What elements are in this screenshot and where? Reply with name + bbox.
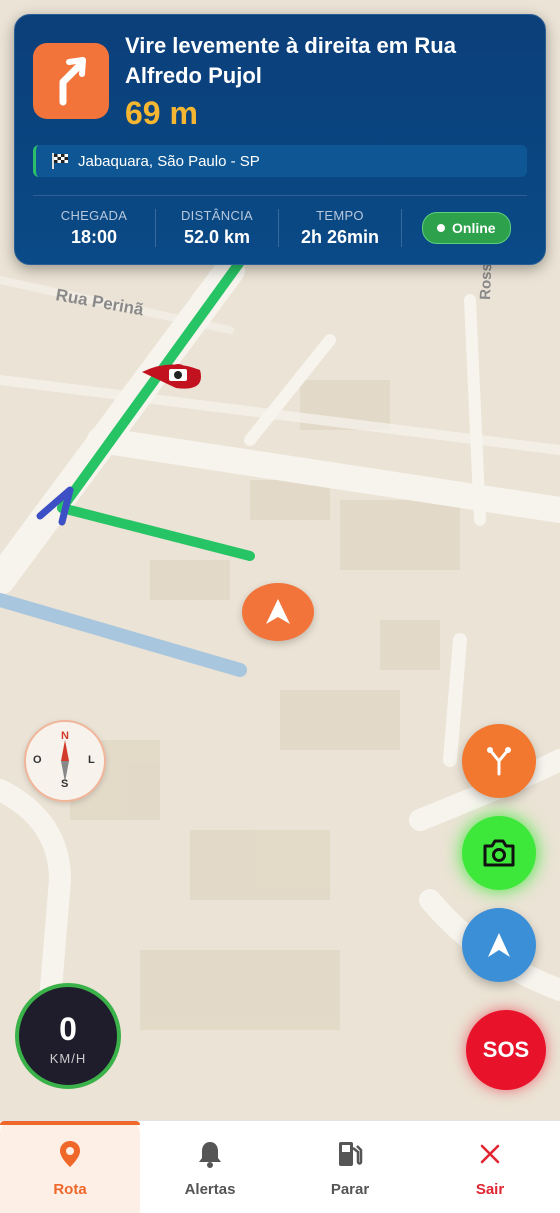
turn-distance: 69 m <box>125 95 198 131</box>
status-text: Online <box>452 220 496 236</box>
tab-exit[interactable]: Sair <box>420 1121 560 1213</box>
speed-value: 0 <box>59 1011 77 1047</box>
stat-value: 2h 26min <box>300 227 380 247</box>
recenter-button[interactable] <box>462 908 536 982</box>
tab-route[interactable]: Rota <box>0 1121 140 1213</box>
camera-icon <box>483 839 515 867</box>
compass-north: N <box>61 730 69 742</box>
compass-south: S <box>61 778 69 790</box>
tab-label: Sair <box>475 1180 505 1198</box>
navigation-arrow-icon <box>488 933 510 957</box>
tab-label: Rota <box>53 1180 87 1198</box>
checkered-flag-icon <box>50 152 70 170</box>
route-fork-icon <box>487 747 511 776</box>
destination-bar: Jabaquara, São Paulo - SP <box>33 145 527 177</box>
stat-time: TEMPO 2h 26min <box>279 208 401 248</box>
compass-west: O <box>33 754 42 766</box>
stat-separator <box>401 209 402 247</box>
alternate-routes-button[interactable] <box>462 724 536 798</box>
user-location-marker <box>242 583 314 641</box>
status-badge: Online <box>422 212 511 244</box>
sos-button[interactable]: SOS <box>466 1010 546 1090</box>
compass-east: L <box>88 754 95 766</box>
trip-stats: CHEGADA 18:00 DISTÂNCIA 52.0 km TEMPO 2h… <box>33 203 527 253</box>
location-pin-icon <box>59 1137 81 1171</box>
stat-label: DISTÂNCIA <box>180 208 254 223</box>
bottom-nav: Rota Alertas Parar Sair <box>0 1120 560 1213</box>
stat-arrival: CHEGADA 18:00 <box>33 208 155 248</box>
slight-right-turn-icon <box>59 57 86 106</box>
close-icon <box>479 1137 501 1171</box>
turn-icon-box <box>33 43 109 119</box>
stat-value: 18:00 <box>70 227 118 247</box>
tab-alerts[interactable]: Alertas <box>140 1121 280 1213</box>
speed-unit: KM/H <box>49 1051 87 1066</box>
navigation-card: Vire levemente à direita em Rua Alfredo … <box>14 14 546 265</box>
card-divider <box>33 195 527 196</box>
stat-distance: DISTÂNCIA 52.0 km <box>156 208 278 248</box>
tab-label: Alertas <box>184 1180 236 1198</box>
turn-instruction: Vire levemente à direita em Rua Alfredo … <box>125 33 456 88</box>
report-camera-button[interactable] <box>462 816 536 890</box>
stat-label: TEMPO <box>316 208 364 223</box>
fuel-pump-icon <box>337 1137 363 1171</box>
stat-value: 52.0 km <box>183 227 251 247</box>
tab-label: Parar <box>330 1180 370 1198</box>
status-dot-icon <box>437 224 445 232</box>
tab-stop[interactable]: Parar <box>280 1121 420 1213</box>
destination-text: Jabaquara, São Paulo - SP <box>78 152 260 170</box>
navigation-arrow-icon <box>266 599 290 624</box>
compass-button[interactable]: N S O L <box>24 720 106 802</box>
bell-icon <box>198 1137 222 1171</box>
speedometer: 0 KM/H <box>15 983 121 1089</box>
stat-label: CHEGADA <box>60 208 128 223</box>
